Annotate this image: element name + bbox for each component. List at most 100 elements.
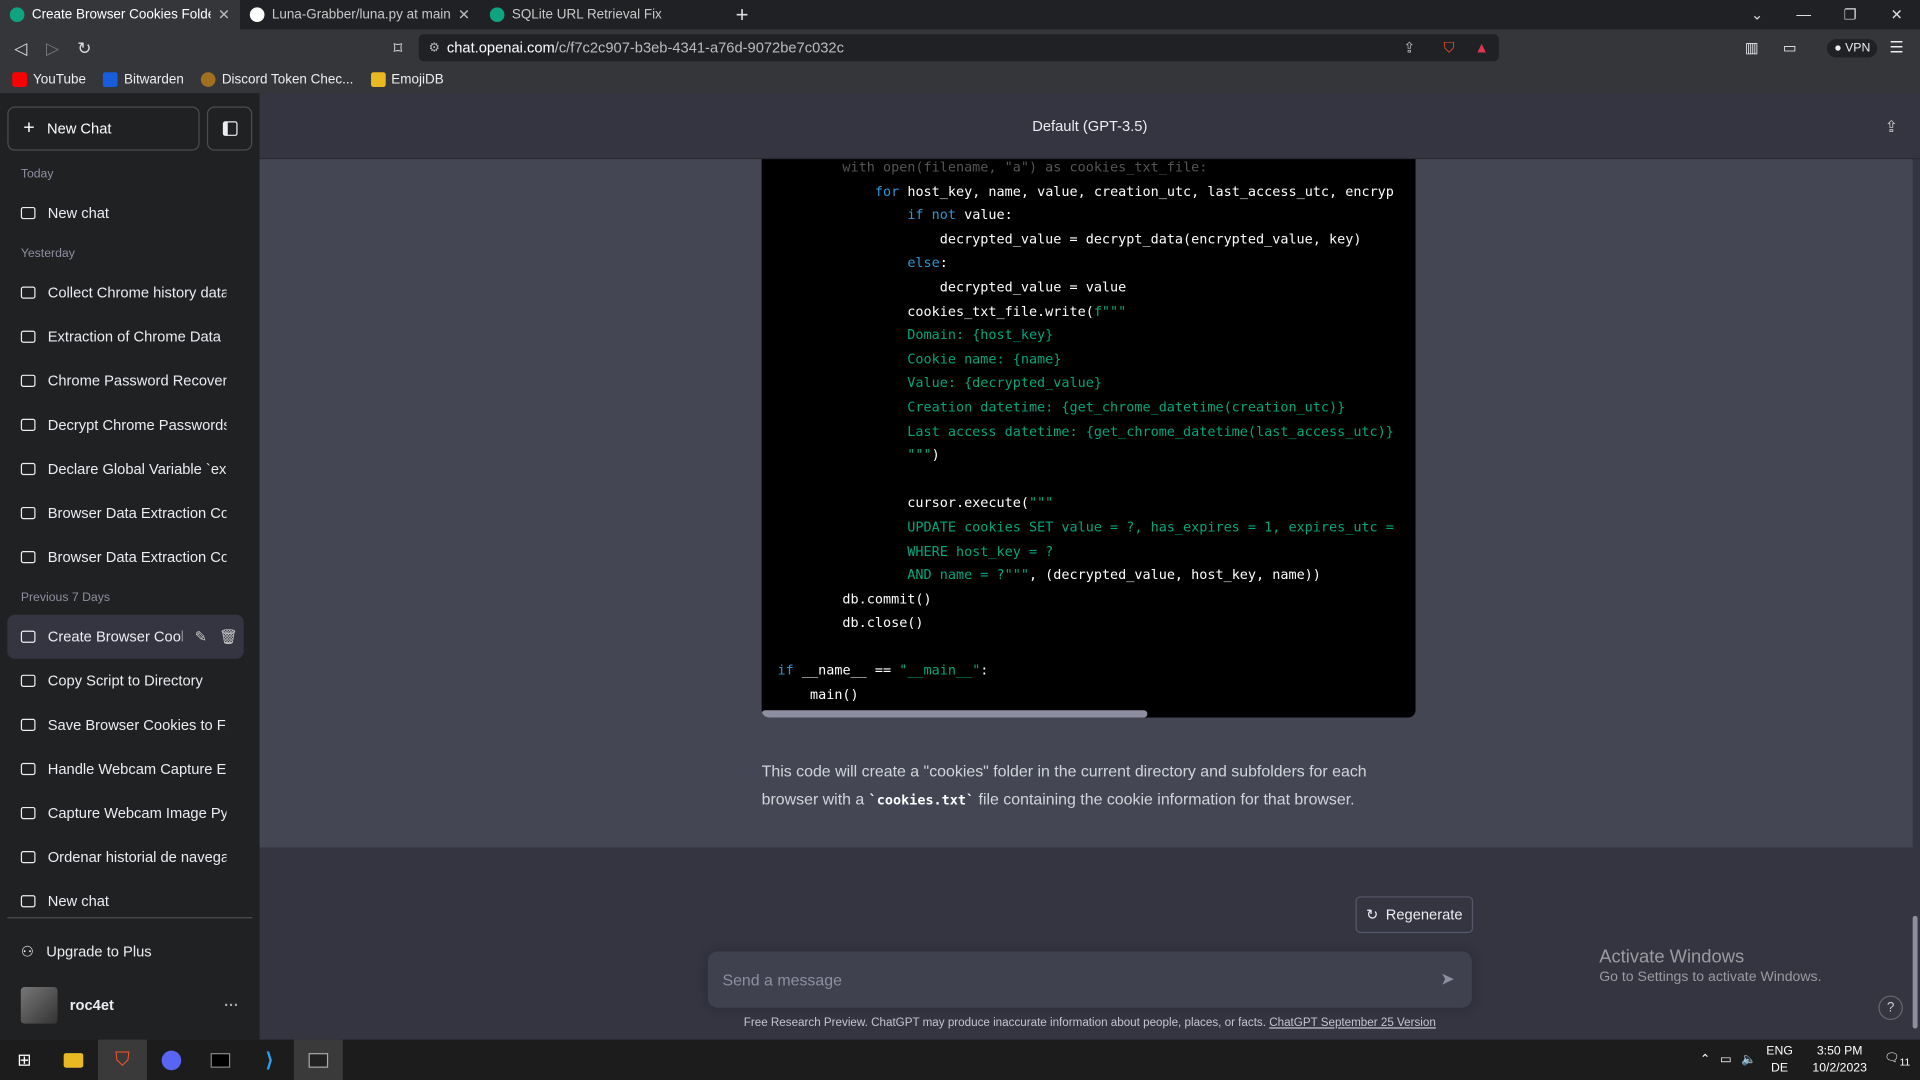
brave-shields-icon[interactable]: ⛉ [1444, 39, 1455, 57]
volume-icon[interactable]: 🔈 [1741, 1053, 1756, 1066]
discord-token-icon [201, 72, 216, 87]
tab-sqlite-url[interactable]: SQLite URL Retrieval Fix [480, 0, 720, 29]
user-menu-button[interactable]: roc4et ··· [7, 981, 243, 1030]
sidebar-chat-item[interactable]: Collect Chrome history data. [7, 271, 243, 315]
upgrade-label: Upgrade to Plus [46, 942, 152, 961]
sidebar-panel-icon[interactable]: ▥ [1745, 39, 1759, 56]
chat-bubble-icon [20, 374, 36, 387]
sidebar-chat-item[interactable]: Extraction of Chrome Data [7, 315, 243, 359]
sidebar-chat-item[interactable]: Decrypt Chrome Passwords [7, 403, 243, 447]
assistant-message: with open(filename, "a") as cookies_txt_… [259, 159, 1913, 848]
close-tab-icon[interactable]: ✕ [218, 6, 230, 23]
site-settings-icon[interactable]: ⚙ [429, 41, 440, 54]
taskbar-vscode[interactable]: ⟩ [245, 1040, 294, 1080]
browser-tab-bar: Create Browser Cookies Folders ✕ Luna-Gr… [0, 0, 1920, 30]
window-controls: ⌄ — ❐ ✕ [1734, 0, 1920, 29]
regenerate-button[interactable]: ↻ Regenerate [1355, 896, 1474, 934]
avatar [20, 986, 58, 1024]
help-button[interactable]: ? [1878, 995, 1903, 1021]
chat-sidebar: + New Chat Today New chat Yesterday Coll… [0, 93, 260, 1040]
bitwarden-icon [103, 72, 118, 87]
sidebar-chat-item[interactable]: Browser Data Extraction Cod [7, 535, 243, 579]
tab-title: SQLite URL Retrieval Fix [511, 7, 662, 23]
brave-rewards-icon[interactable]: ▲ [1474, 39, 1489, 56]
vpn-button[interactable]: ● VPN [1826, 38, 1878, 57]
restore-button[interactable]: ❐ [1827, 0, 1874, 29]
menu-icon[interactable]: ☰ [1889, 38, 1903, 58]
bookmark-bitwarden[interactable]: Bitwarden [103, 72, 184, 87]
version-link[interactable]: ChatGPT September 25 Version [1269, 1016, 1436, 1029]
notification-icon[interactable]: 🗨11 [1884, 1052, 1910, 1068]
wallet-icon[interactable]: ▭ [1783, 39, 1797, 56]
upgrade-to-plus-button[interactable]: ⚇ Upgrade to Plus [7, 929, 243, 973]
more-options-icon[interactable]: ··· [224, 997, 239, 1014]
reload-icon[interactable]: ↻ [69, 37, 101, 58]
page-scrollbar[interactable] [1912, 915, 1918, 1029]
delete-trash-icon[interactable]: 🗑 [219, 628, 238, 645]
chat-bubble-icon [20, 762, 36, 776]
language-indicator[interactable]: ENG DE [1766, 1043, 1793, 1077]
folder-icon [370, 72, 386, 87]
taskbar-terminal[interactable] [196, 1040, 245, 1080]
github-favicon-icon [249, 7, 265, 23]
sidebar-chat-item[interactable]: Save Browser Cookies to File [7, 703, 243, 747]
send-icon[interactable]: ➤ [1440, 969, 1454, 990]
new-tab-button[interactable]: + [730, 2, 754, 28]
chatgpt-favicon-icon [9, 7, 25, 23]
chat-title: Handle Webcam Capture Err [47, 760, 227, 778]
message-input[interactable]: Send a message ➤ [707, 951, 1472, 1008]
back-arrow-icon[interactable]: ◁ [5, 37, 37, 58]
sidebar-chat-item[interactable]: Browser Data Extraction Cod [7, 491, 243, 535]
vpn-label: VPN [1845, 41, 1871, 55]
tab-luna-grabber[interactable]: Luna-Grabber/luna.py at main · Smug ✕ [240, 0, 480, 29]
sidebar-chat-item[interactable]: Handle Webcam Capture Err [7, 747, 243, 791]
share-url-icon[interactable]: ⇪ [1403, 39, 1415, 56]
watermark-title: Activate Windows [1599, 946, 1745, 968]
message-paragraph: This code will create a "cookies" folder… [762, 757, 1399, 815]
new-chat-button[interactable]: + New Chat [7, 106, 200, 151]
taskbar-brave[interactable]: ⛉ [97, 1039, 147, 1080]
chat-title: Copy Script to Directory [47, 672, 203, 690]
tab-create-browser-cookies[interactable]: Create Browser Cookies Folders ✕ [0, 0, 241, 30]
url-bar[interactable]: ⚙ chat.openai.com/c/f7c2c907-b3eb-4341-a… [418, 34, 1499, 62]
chat-title: Decrypt Chrome Passwords [47, 416, 227, 434]
share-chat-icon[interactable]: ⇪ [1885, 118, 1898, 138]
sidebar-footer: ⚇ Upgrade to Plus roc4et ··· [7, 917, 253, 1024]
network-icon[interactable]: ▭ [1720, 1053, 1732, 1066]
lang-secondary: DE [1771, 1061, 1789, 1075]
tray-chevron-icon[interactable]: ⌃ [1700, 1053, 1710, 1066]
hide-sidebar-button[interactable] [206, 106, 253, 151]
taskbar-explorer[interactable] [49, 1040, 98, 1080]
model-title: Default (GPT-3.5) [1032, 116, 1148, 135]
sidebar-chat-item[interactable]: Ordenar historial de navegaci [7, 835, 243, 879]
sidebar-chat-item[interactable]: Declare Global Variable `exo [7, 447, 243, 491]
refresh-icon: ↻ [1366, 906, 1379, 924]
bookmark-icon[interactable]: ⌑ [382, 37, 414, 58]
taskbar-discord[interactable] [147, 1040, 196, 1080]
bookmark-emojidb[interactable]: EmojiDB [370, 72, 444, 87]
code-horizontal-scrollbar[interactable] [761, 710, 1148, 718]
sidebar-chat-item[interactable]: Capture Webcam Image Pyth [7, 791, 243, 835]
sidebar-toggle-icon [222, 121, 237, 136]
sidebar-chat-item[interactable]: Copy Script to Directory [7, 659, 243, 703]
code-block: with open(filename, "a") as cookies_txt_… [761, 159, 1416, 718]
bookmark-youtube[interactable]: YouTube [12, 72, 86, 87]
chat-title: New chat [47, 892, 110, 910]
forward-arrow-icon[interactable]: ▷ [37, 37, 69, 58]
chat-title: Capture Webcam Image Pyth [47, 804, 227, 822]
cmd-icon [308, 1052, 329, 1068]
minimize-button[interactable]: — [1780, 0, 1827, 29]
bookmark-discord-token[interactable]: Discord Token Chec... [201, 72, 353, 87]
edit-pencil-icon[interactable]: ✎ [195, 628, 207, 645]
sidebar-chat-item-active[interactable]: Create Browser Cooki ✎ 🗑 [7, 614, 244, 659]
taskbar-cmd[interactable] [293, 1039, 343, 1080]
sidebar-chat-item[interactable]: Chrome Password Recovery [7, 359, 243, 403]
start-button[interactable]: ⊞ [0, 1040, 49, 1080]
close-tab-icon[interactable]: ✕ [458, 6, 470, 23]
close-window-button[interactable]: ✕ [1873, 0, 1920, 29]
lang-primary: ENG [1766, 1043, 1793, 1058]
tab-list-chevron-icon[interactable]: ⌄ [1734, 0, 1781, 29]
sidebar-chat-item[interactable]: New chat [7, 191, 243, 235]
chat-bubble-icon [20, 418, 36, 432]
clock[interactable]: 3:50 PM 10/2/2023 [1812, 1043, 1866, 1077]
